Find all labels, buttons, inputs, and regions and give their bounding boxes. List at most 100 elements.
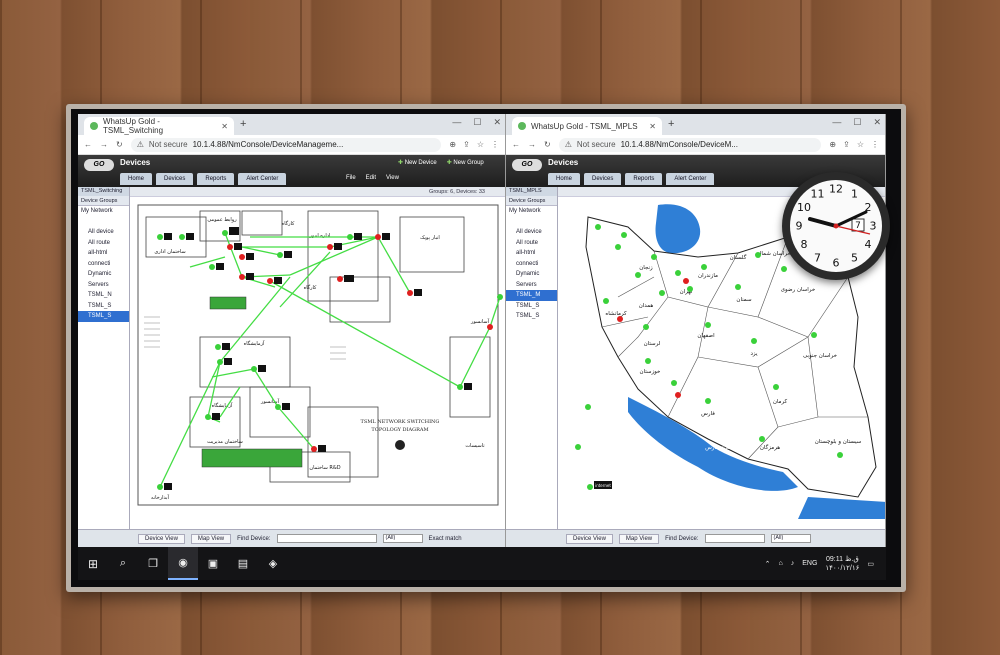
- tree-item[interactable]: Servers: [78, 280, 129, 291]
- menu-icon[interactable]: ⋮: [871, 140, 879, 149]
- tree-item[interactable]: All route: [506, 238, 557, 249]
- tree-item[interactable]: My Network: [78, 206, 129, 217]
- new-tab-icon[interactable]: +: [240, 118, 246, 130]
- go-button[interactable]: GO: [512, 159, 542, 171]
- tree-item[interactable]: connecti: [78, 259, 129, 270]
- diagram-caption: TSML NETWORK SWITCHING: [361, 419, 440, 425]
- menu-edit[interactable]: Edit: [366, 175, 376, 181]
- remote-desktop-icon[interactable]: ▣: [198, 547, 228, 580]
- device-view-tab[interactable]: Device View: [566, 533, 613, 544]
- close-tab-icon[interactable]: ✕: [649, 122, 656, 131]
- tree-item[interactable]: TSML_S: [506, 311, 557, 322]
- reload-icon[interactable]: ↻: [544, 140, 551, 149]
- find-device-select[interactable]: (All): [382, 534, 423, 543]
- tree-item-selected[interactable]: TSML_S: [78, 311, 129, 322]
- tab-alert-center[interactable]: Alert Center: [666, 173, 715, 185]
- url-field[interactable]: ⚠ Not secure 10.1.4.88/NmConsole/DeviceM…: [130, 137, 442, 152]
- tab-devices[interactable]: Devices: [584, 173, 622, 185]
- province-label: کرمان: [773, 398, 788, 405]
- star-icon[interactable]: ☆: [857, 140, 864, 149]
- window-controls: — ☐ ✕: [832, 117, 881, 128]
- new-group-button[interactable]: New Group: [447, 159, 483, 166]
- map-view-tab[interactable]: Map View: [618, 533, 660, 544]
- tree-item[interactable]: All route: [78, 238, 129, 249]
- tab-reports[interactable]: Reports: [625, 173, 663, 185]
- network-app-icon[interactable]: ◈: [258, 547, 288, 580]
- zoom-icon[interactable]: ⊕: [829, 140, 836, 149]
- province-label: هرمزگان: [760, 444, 780, 451]
- maximize-icon[interactable]: ☐: [853, 117, 861, 128]
- tree-item[interactable]: all-html: [78, 248, 129, 259]
- browser-tab[interactable]: WhatsUp Gold - TSML_Switching ✕: [84, 117, 234, 135]
- minimize-icon[interactable]: —: [452, 117, 461, 128]
- floorplan-svg: روابط عمومی کارگاه اداره امور انبار پوپک…: [137, 204, 503, 506]
- tree-item[interactable]: Servers: [506, 280, 557, 291]
- tree-item[interactable]: Dynamic: [78, 269, 129, 280]
- search-icon[interactable]: ⌕: [108, 547, 138, 580]
- province-label: فارس: [701, 411, 715, 417]
- forward-icon[interactable]: →: [100, 140, 108, 149]
- exact-match-checkbox[interactable]: Exact match: [429, 536, 462, 542]
- menu-icon[interactable]: ⋮: [491, 140, 499, 149]
- volume-icon[interactable]: ♪: [791, 560, 795, 567]
- forward-icon[interactable]: →: [528, 140, 536, 149]
- windows-start-icon[interactable]: ⊞: [78, 557, 108, 571]
- menu-file[interactable]: File: [346, 175, 356, 181]
- find-device-input[interactable]: [704, 534, 765, 543]
- room-label: انبار پوپک: [420, 235, 440, 241]
- find-device-input[interactable]: [276, 534, 377, 543]
- tree-item[interactable]: all-html: [506, 248, 557, 259]
- clock-numeral: 10: [797, 201, 811, 214]
- close-window-icon[interactable]: ✕: [493, 117, 501, 128]
- tree-item[interactable]: TSML_S: [506, 301, 557, 312]
- tree-item[interactable]: TSML_N: [78, 290, 129, 301]
- device-view-tab[interactable]: Device View: [138, 533, 185, 544]
- tree-item[interactable]: All device: [78, 227, 129, 238]
- share-icon[interactable]: ⇪: [463, 140, 470, 149]
- notifications-icon[interactable]: ▭: [867, 560, 874, 568]
- star-icon[interactable]: ☆: [477, 140, 484, 149]
- go-button[interactable]: GO: [84, 159, 114, 171]
- tree-item[interactable]: connecti: [506, 259, 557, 270]
- reload-icon[interactable]: ↻: [116, 140, 123, 149]
- room-label: آسانسور: [470, 318, 490, 325]
- app-icon[interactable]: ▤: [228, 547, 258, 580]
- tab-home[interactable]: Home: [548, 173, 581, 185]
- tree-item[interactable]: [78, 217, 129, 228]
- new-device-button[interactable]: New Device: [398, 159, 437, 166]
- network-icon[interactable]: ⌂: [779, 560, 783, 567]
- close-tab-icon[interactable]: ✕: [221, 122, 228, 131]
- chrome-icon[interactable]: ◉: [168, 547, 198, 580]
- window-controls: — ☐ ✕: [452, 117, 501, 128]
- close-window-icon[interactable]: ✕: [873, 117, 881, 128]
- find-device-select[interactable]: (All): [770, 534, 811, 543]
- share-icon[interactable]: ⇪: [843, 140, 850, 149]
- tab-devices[interactable]: Devices: [156, 173, 194, 185]
- tree-item[interactable]: [506, 217, 557, 228]
- url-field[interactable]: ⚠ Not secure 10.1.4.88/NmConsole/DeviceM…: [558, 137, 822, 152]
- maximize-icon[interactable]: ☐: [473, 117, 481, 128]
- browser-tab[interactable]: WhatsUp Gold - TSML_MPLS ✕: [512, 117, 662, 135]
- tab-alert-center[interactable]: Alert Center: [238, 173, 287, 185]
- group-path: TSML_MPLS: [506, 187, 557, 196]
- tree-item[interactable]: TSML_S: [78, 301, 129, 312]
- task-view-icon[interactable]: ❐: [138, 547, 168, 580]
- minimize-icon[interactable]: —: [832, 117, 841, 128]
- tab-reports[interactable]: Reports: [197, 173, 235, 185]
- new-tab-icon[interactable]: +: [668, 118, 674, 130]
- language-indicator[interactable]: ENG: [802, 560, 817, 567]
- tree-item[interactable]: All device: [506, 227, 557, 238]
- bottom-bar: Device View Map View Find Device: (All): [506, 529, 885, 547]
- clock-numeral: 11: [811, 187, 825, 200]
- tree-item[interactable]: My Network: [506, 206, 557, 217]
- tree-item-selected[interactable]: TSML_M: [506, 290, 557, 301]
- tab-home[interactable]: Home: [120, 173, 153, 185]
- taskbar-clock[interactable]: 09:11 ق.ظ ۱۴۰۰/۱۲/۱۶: [825, 555, 859, 573]
- menu-view[interactable]: View: [386, 175, 399, 181]
- tree-item[interactable]: Dynamic: [506, 269, 557, 280]
- zoom-icon[interactable]: ⊕: [449, 140, 456, 149]
- map-view-tab[interactable]: Map View: [190, 533, 232, 544]
- back-icon[interactable]: ←: [84, 140, 92, 149]
- tray-chevron-icon[interactable]: ⌃: [765, 560, 771, 568]
- back-icon[interactable]: ←: [512, 140, 520, 149]
